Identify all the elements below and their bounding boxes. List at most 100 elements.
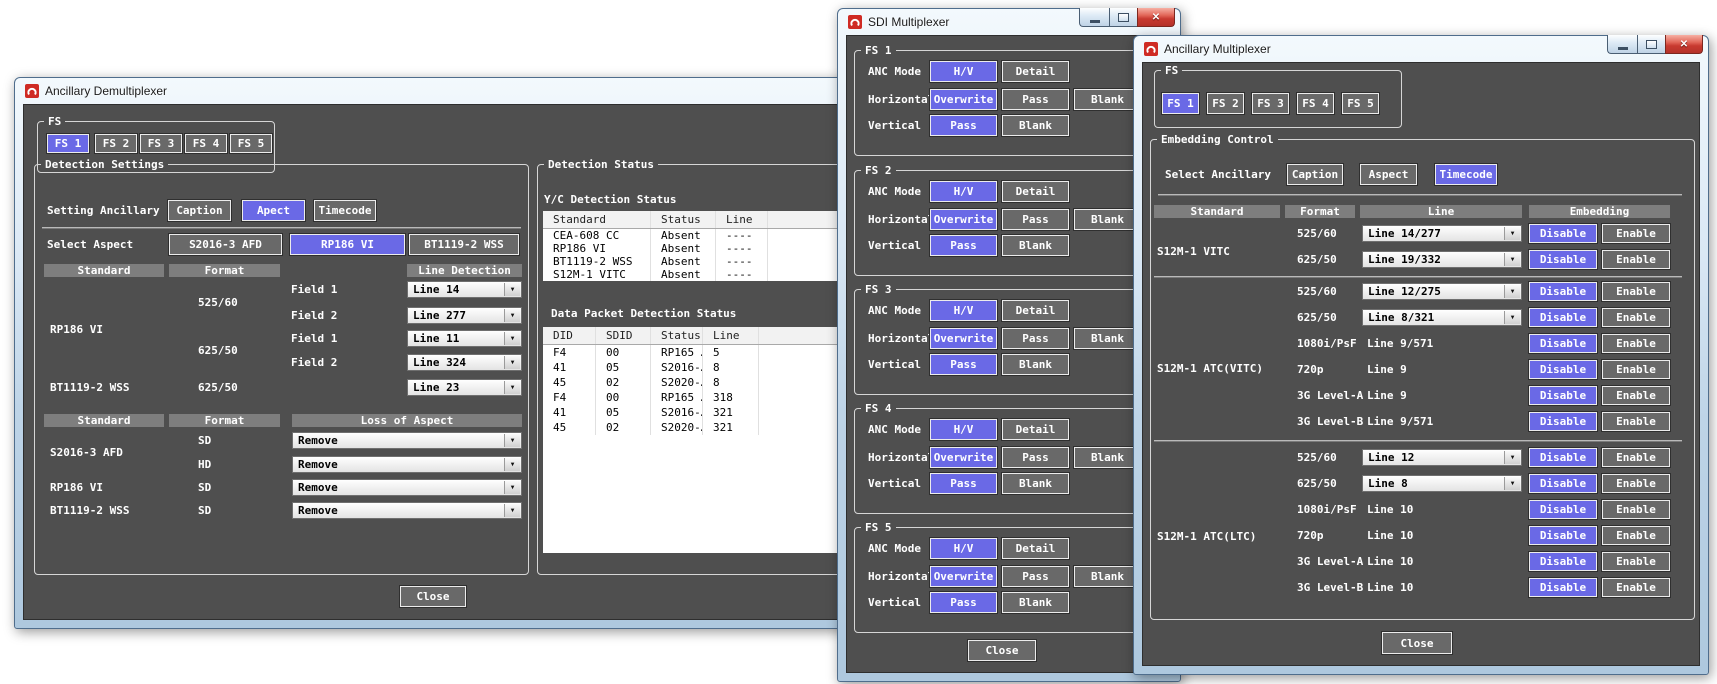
fs2-button[interactable]: FS 2 xyxy=(1207,93,1244,114)
overwrite-button[interactable]: Overwrite xyxy=(930,89,997,110)
disable-button[interactable]: Disable xyxy=(1529,552,1597,571)
enable-button[interactable]: Enable xyxy=(1602,360,1670,379)
enable-button[interactable]: Enable xyxy=(1602,334,1670,353)
titlebar[interactable]: SDI Multiplexer ✕ xyxy=(846,9,1172,35)
fs5-button[interactable]: FS 5 xyxy=(1342,93,1379,114)
pass-button[interactable]: Pass xyxy=(1002,209,1069,230)
line-dropdown[interactable]: Line 23▼ xyxy=(407,379,522,396)
aspect-button[interactable]: Apect xyxy=(242,200,305,221)
close-button[interactable]: Close xyxy=(400,586,466,607)
hv-button[interactable]: H/V xyxy=(930,419,997,440)
fs4-button[interactable]: FS 4 xyxy=(185,134,227,153)
minimize-icon[interactable] xyxy=(1079,8,1109,27)
fs1-button[interactable]: FS 1 xyxy=(1162,93,1199,114)
close-button[interactable]: Close xyxy=(968,640,1036,661)
caption-button[interactable]: Caption xyxy=(168,200,231,221)
enable-button[interactable]: Enable xyxy=(1602,500,1670,519)
disable-button[interactable]: Disable xyxy=(1529,308,1597,327)
minimize-icon[interactable] xyxy=(1607,35,1637,54)
close-icon[interactable]: ✕ xyxy=(1665,35,1703,54)
loss-of-aspect-dropdown[interactable]: Remove▼ xyxy=(292,479,522,496)
disable-button[interactable]: Disable xyxy=(1529,500,1597,519)
maximize-icon[interactable] xyxy=(1637,35,1665,54)
blank-button[interactable]: Blank xyxy=(1002,354,1069,375)
titlebar[interactable]: Ancillary Multiplexer ✕ xyxy=(1142,36,1700,62)
fs3-button[interactable]: FS 3 xyxy=(140,134,182,153)
enable-button[interactable]: Enable xyxy=(1602,308,1670,327)
enable-button[interactable]: Enable xyxy=(1602,282,1670,301)
blank-button[interactable]: Blank xyxy=(1002,592,1069,613)
pass-button[interactable]: Pass xyxy=(1002,447,1069,468)
blank-button[interactable]: Blank xyxy=(1002,235,1069,256)
line-dropdown[interactable]: Line 8/321▼ xyxy=(1362,309,1522,326)
enable-button[interactable]: Enable xyxy=(1602,552,1670,571)
line-dropdown[interactable]: Line 14▼ xyxy=(407,281,522,298)
enable-button[interactable]: Enable xyxy=(1602,474,1670,493)
rp186-vi-button[interactable]: RP186 VI xyxy=(290,234,405,255)
detail-button[interactable]: Detail xyxy=(1002,419,1069,440)
enable-button[interactable]: Enable xyxy=(1602,526,1670,545)
detail-button[interactable]: Detail xyxy=(1002,61,1069,82)
pass-button[interactable]: Pass xyxy=(1002,328,1069,349)
loss-of-aspect-dropdown[interactable]: Remove▼ xyxy=(292,456,522,473)
overwrite-button[interactable]: Overwrite xyxy=(930,328,997,349)
detail-button[interactable]: Detail xyxy=(1002,181,1069,202)
overwrite-button[interactable]: Overwrite xyxy=(930,447,997,468)
disable-button[interactable]: Disable xyxy=(1529,250,1597,269)
bt1119-2-wss-button[interactable]: BT1119-2 WSS xyxy=(409,234,519,255)
blank-button[interactable]: Blank xyxy=(1074,89,1141,110)
blank-button[interactable]: Blank xyxy=(1002,115,1069,136)
pass-button[interactable]: Pass xyxy=(930,235,997,256)
disable-button[interactable]: Disable xyxy=(1529,412,1597,431)
hv-button[interactable]: H/V xyxy=(930,300,997,321)
hv-button[interactable]: H/V xyxy=(930,61,997,82)
enable-button[interactable]: Enable xyxy=(1602,386,1670,405)
s2016-3-afd-button[interactable]: S2016-3 AFD xyxy=(169,234,282,255)
enable-button[interactable]: Enable xyxy=(1602,224,1670,243)
line-dropdown[interactable]: Line 324▼ xyxy=(407,354,522,371)
enable-button[interactable]: Enable xyxy=(1602,250,1670,269)
pass-button[interactable]: Pass xyxy=(1002,89,1069,110)
hv-button[interactable]: H/V xyxy=(930,538,997,559)
pass-button[interactable]: Pass xyxy=(930,473,997,494)
hv-button[interactable]: H/V xyxy=(930,181,997,202)
overwrite-button[interactable]: Overwrite xyxy=(930,566,997,587)
enable-button[interactable]: Enable xyxy=(1602,448,1670,467)
blank-button[interactable]: Blank xyxy=(1074,566,1141,587)
fs3-button[interactable]: FS 3 xyxy=(1252,93,1289,114)
line-dropdown[interactable]: Line 277▼ xyxy=(407,307,522,324)
blank-button[interactable]: Blank xyxy=(1074,447,1141,468)
line-dropdown[interactable]: Line 12/275▼ xyxy=(1362,283,1522,300)
disable-button[interactable]: Disable xyxy=(1529,578,1597,597)
pass-button[interactable]: Pass xyxy=(930,115,997,136)
disable-button[interactable]: Disable xyxy=(1529,334,1597,353)
line-dropdown[interactable]: Line 14/277▼ xyxy=(1362,225,1522,242)
disable-button[interactable]: Disable xyxy=(1529,526,1597,545)
close-icon[interactable]: ✕ xyxy=(1137,8,1175,27)
fs5-button[interactable]: FS 5 xyxy=(230,134,272,153)
loss-of-aspect-dropdown[interactable]: Remove▼ xyxy=(292,432,522,449)
enable-button[interactable]: Enable xyxy=(1602,578,1670,597)
timecode-button[interactable]: Timecode xyxy=(1435,164,1497,185)
aspect-button[interactable]: Aspect xyxy=(1360,164,1417,185)
overwrite-button[interactable]: Overwrite xyxy=(930,209,997,230)
timecode-button[interactable]: Timecode xyxy=(314,200,376,221)
fs2-button[interactable]: FS 2 xyxy=(95,134,137,153)
disable-button[interactable]: Disable xyxy=(1529,224,1597,243)
line-dropdown[interactable]: Line 12▼ xyxy=(1362,449,1522,466)
disable-button[interactable]: Disable xyxy=(1529,448,1597,467)
line-dropdown[interactable]: Line 8▼ xyxy=(1362,475,1522,492)
disable-button[interactable]: Disable xyxy=(1529,360,1597,379)
maximize-icon[interactable] xyxy=(1109,8,1137,27)
fs4-button[interactable]: FS 4 xyxy=(1297,93,1334,114)
pass-button[interactable]: Pass xyxy=(930,354,997,375)
loss-of-aspect-dropdown[interactable]: Remove▼ xyxy=(292,502,522,519)
detail-button[interactable]: Detail xyxy=(1002,538,1069,559)
pass-button[interactable]: Pass xyxy=(930,592,997,613)
fs1-button[interactable]: FS 1 xyxy=(47,134,89,153)
blank-button[interactable]: Blank xyxy=(1074,328,1141,349)
enable-button[interactable]: Enable xyxy=(1602,412,1670,431)
blank-button[interactable]: Blank xyxy=(1074,209,1141,230)
detail-button[interactable]: Detail xyxy=(1002,300,1069,321)
line-dropdown[interactable]: Line 19/332▼ xyxy=(1362,251,1522,268)
